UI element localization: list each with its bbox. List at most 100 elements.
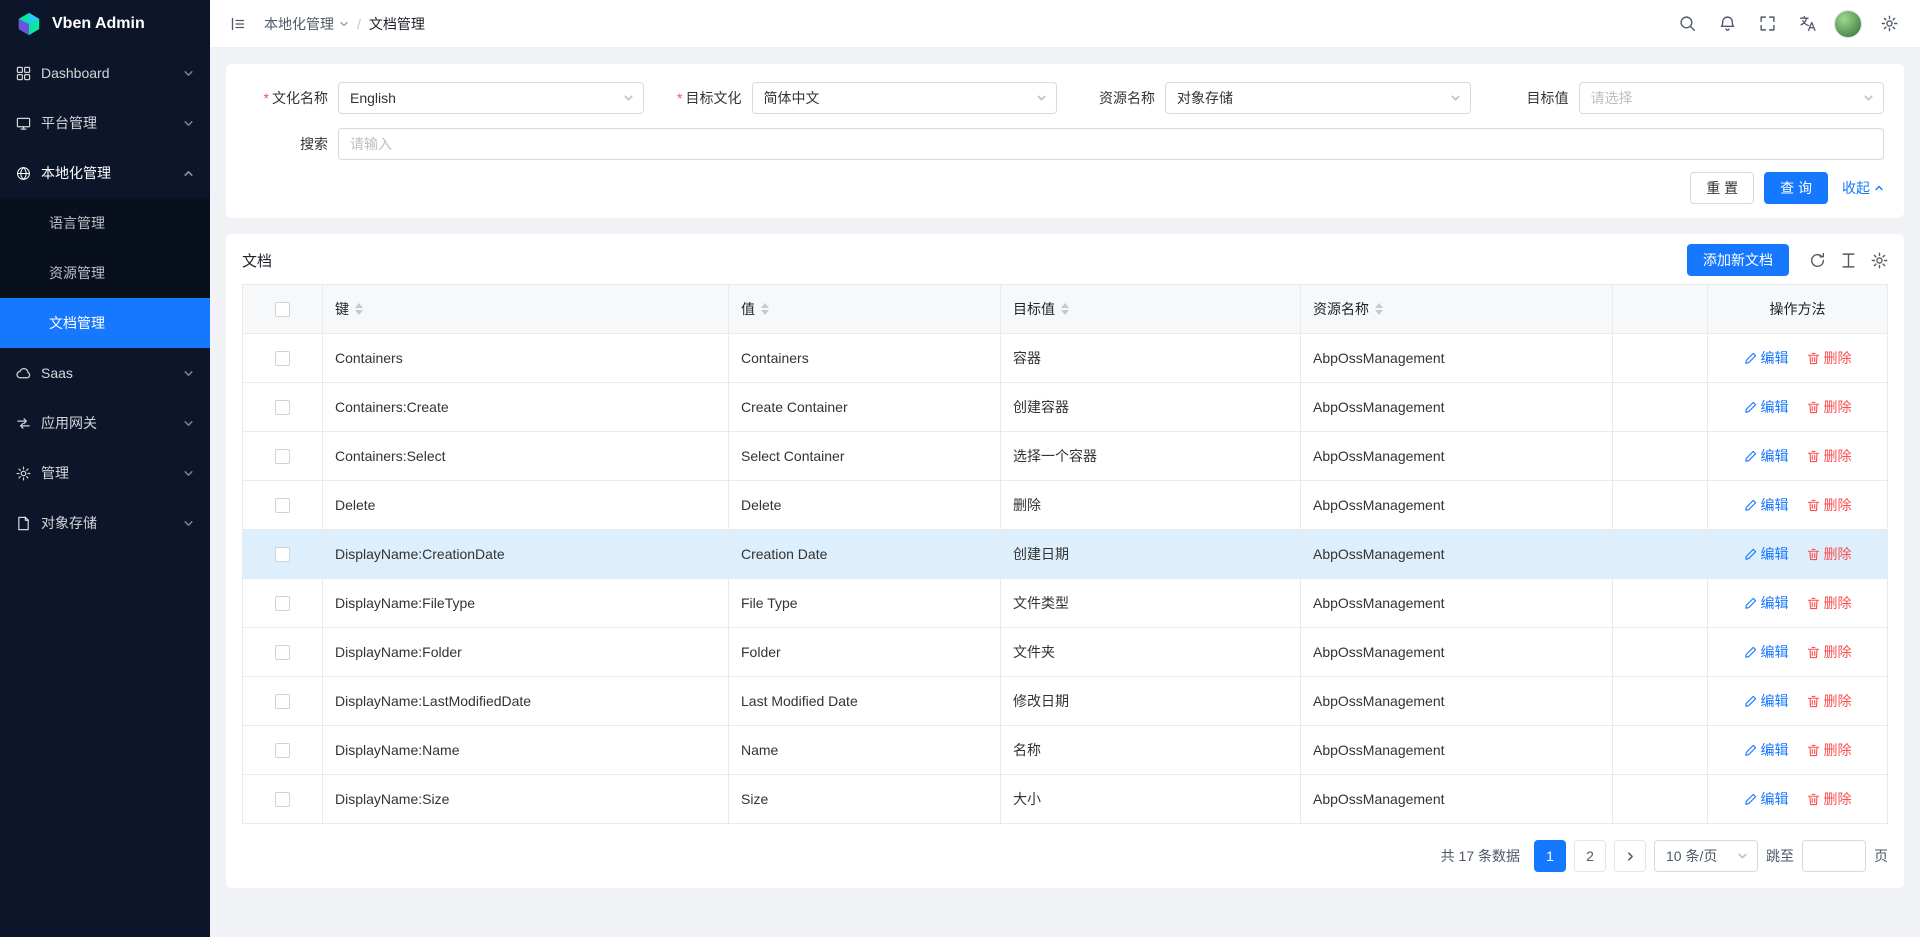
table-row[interactable]: Containers:CreateCreate Container创建容器Abp… [243,383,1888,432]
add-document-button[interactable]: 添加新文档 [1687,244,1789,276]
sidebar-item-language[interactable]: 语言管理 [0,198,210,248]
cell-value: File Type [729,579,1001,628]
delete-button[interactable]: 删除 [1807,593,1852,613]
sidebar-item-gateway[interactable]: 应用网关 [0,398,210,448]
delete-button[interactable]: 删除 [1807,789,1852,809]
query-button[interactable]: 查 询 [1764,172,1828,204]
edit-button[interactable]: 编辑 [1744,593,1789,613]
breadcrumb-parent[interactable]: 本地化管理 [264,14,349,34]
page-button-2[interactable]: 2 [1574,840,1606,872]
edit-button[interactable]: 编辑 [1744,642,1789,662]
logo[interactable]: Vben Admin [0,0,210,48]
chevron-down-icon [623,93,634,104]
table-title: 文档 [242,250,272,271]
target-culture-select[interactable]: 简体中文 [752,82,1058,114]
sidebar-item-management[interactable]: 管理 [0,448,210,498]
column-header-resource[interactable]: 资源名称 [1301,285,1613,334]
edit-button[interactable]: 编辑 [1744,691,1789,711]
sidebar-item-dashboard[interactable]: Dashboard [0,48,210,98]
row-checkbox[interactable] [275,645,290,660]
sidebar-item-platform[interactable]: 平台管理 [0,98,210,148]
row-checkbox[interactable] [275,400,290,415]
row-checkbox[interactable] [275,596,290,611]
row-checkbox[interactable] [275,351,290,366]
cell-value: Folder [729,628,1001,677]
table-row[interactable]: DisplayName:FolderFolder文件夹AbpOssManagem… [243,628,1888,677]
edit-button[interactable]: 编辑 [1744,789,1789,809]
delete-button[interactable]: 删除 [1807,446,1852,466]
table-row[interactable]: DisplayName:LastModifiedDateLast Modifie… [243,677,1888,726]
edit-button[interactable]: 编辑 [1744,397,1789,417]
table-row[interactable]: ContainersContainers容器AbpOssManagement编辑… [243,334,1888,383]
row-checkbox[interactable] [275,449,290,464]
sort-icon[interactable] [761,303,769,315]
table-row[interactable]: DisplayName:FileTypeFile Type文件类型AbpOssM… [243,579,1888,628]
trash-icon [1807,401,1820,414]
table-row[interactable]: Containers:SelectSelect Container选择一个容器A… [243,432,1888,481]
resource-name-select[interactable]: 对象存储 [1165,82,1471,114]
sort-icon[interactable] [355,303,363,315]
row-checkbox[interactable] [275,743,290,758]
edit-button[interactable]: 编辑 [1744,348,1789,368]
jump-page-input[interactable] [1802,840,1866,872]
table-row[interactable]: DisplayName:SizeSize大小AbpOssManagement编辑… [243,775,1888,824]
avatar[interactable] [1834,10,1862,38]
table-row[interactable]: DeleteDelete删除AbpOssManagement编辑删除 [243,481,1888,530]
cell-target-value: 创建容器 [1001,383,1301,432]
refresh-icon[interactable] [1809,252,1826,269]
cell-target-value: 名称 [1001,726,1301,775]
delete-button[interactable]: 删除 [1807,544,1852,564]
table-row[interactable]: DisplayName:NameName名称AbpOssManagement编辑… [243,726,1888,775]
column-header-key[interactable]: 键 [323,285,729,334]
translate-icon[interactable] [1790,7,1824,41]
reset-button[interactable]: 重 置 [1690,172,1754,204]
page-size-select[interactable]: 10 条/页 [1654,840,1758,872]
column-settings-icon[interactable] [1871,252,1888,269]
delete-button[interactable]: 删除 [1807,691,1852,711]
fullscreen-icon[interactable] [1750,7,1784,41]
chevron-down-icon [339,19,349,29]
cell-key: DisplayName:Size [323,775,729,824]
column-header-target[interactable]: 目标值 [1001,285,1301,334]
culture-name-select[interactable]: English [338,82,644,114]
target-value-select[interactable]: 请选择 [1579,82,1885,114]
row-checkbox[interactable] [275,792,290,807]
select-all-checkbox[interactable] [275,302,290,317]
menu-fold-icon[interactable] [222,8,254,40]
delete-button[interactable]: 删除 [1807,740,1852,760]
row-height-icon[interactable] [1840,252,1857,269]
row-checkbox[interactable] [275,547,290,562]
edit-button[interactable]: 编辑 [1744,446,1789,466]
required-mark: * [677,90,682,106]
edit-button[interactable]: 编辑 [1744,740,1789,760]
cell-resource-name: AbpOssManagement [1301,726,1613,775]
column-header-actions: 操作方法 [1708,285,1888,334]
column-header-value[interactable]: 值 [729,285,1001,334]
sidebar-item-storage[interactable]: 对象存储 [0,498,210,548]
next-page-button[interactable] [1614,840,1646,872]
page-button-1[interactable]: 1 [1534,840,1566,872]
sort-icon[interactable] [1375,303,1383,315]
cell-key: DisplayName:CreationDate [323,530,729,579]
sidebar-item-resource[interactable]: 资源管理 [0,248,210,298]
chevron-down-icon [183,368,194,379]
sidebar-item-document[interactable]: 文档管理 [0,298,210,348]
settings-gear-icon[interactable] [1872,7,1906,41]
row-checkbox[interactable] [275,498,290,513]
delete-button[interactable]: 删除 [1807,397,1852,417]
delete-button[interactable]: 删除 [1807,642,1852,662]
edit-button[interactable]: 编辑 [1744,544,1789,564]
edit-button[interactable]: 编辑 [1744,495,1789,515]
table-row[interactable]: DisplayName:CreationDateCreation Date创建日… [243,530,1888,579]
sidebar-item-saas[interactable]: Saas [0,348,210,398]
sort-icon[interactable] [1061,303,1069,315]
search-input[interactable] [338,128,1884,160]
collapse-link[interactable]: 收起 [1842,178,1884,198]
row-checkbox[interactable] [275,694,290,709]
bell-icon[interactable] [1710,7,1744,41]
chevron-up-icon [183,168,194,179]
delete-button[interactable]: 删除 [1807,348,1852,368]
delete-button[interactable]: 删除 [1807,495,1852,515]
sidebar-item-localization[interactable]: 本地化管理 [0,148,210,198]
search-icon[interactable] [1670,7,1704,41]
